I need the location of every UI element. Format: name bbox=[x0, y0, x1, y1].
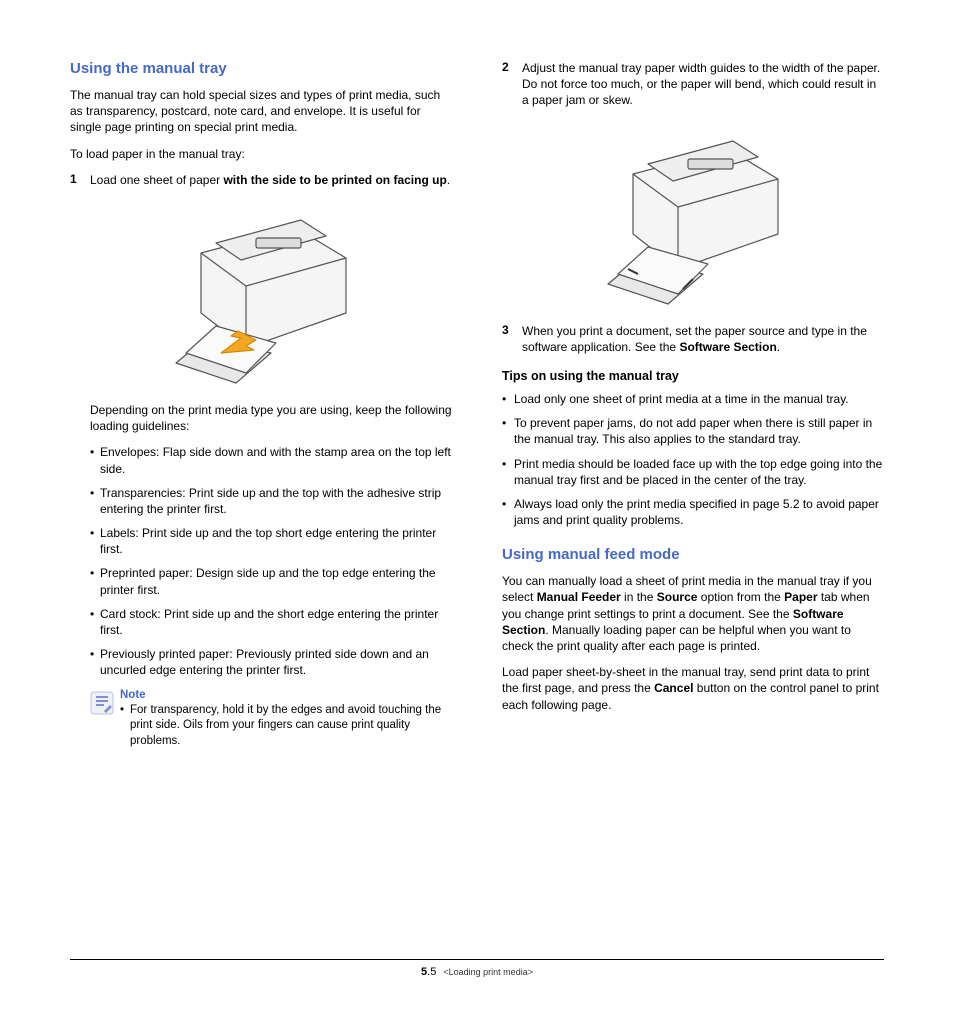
right-column: 2 Adjust the manual tray paper width gui… bbox=[502, 60, 884, 749]
heading-manual-feed: Using manual feed mode bbox=[502, 546, 884, 563]
intro-paragraph: The manual tray can hold special sizes a… bbox=[70, 87, 452, 136]
step1-pre: Load one sheet of paper bbox=[90, 173, 223, 187]
t: option from the bbox=[697, 590, 784, 604]
t: Cancel bbox=[654, 681, 693, 695]
step-3: 3 When you print a document, set the pap… bbox=[502, 323, 884, 355]
list-item: Previously printed paper: Previously pri… bbox=[90, 646, 452, 678]
tips-list: Load only one sheet of print media at a … bbox=[502, 391, 884, 528]
t: Manual Feeder bbox=[537, 590, 621, 604]
t: . Manually loading paper can be helpful … bbox=[502, 623, 851, 653]
step-number: 1 bbox=[70, 172, 90, 188]
footer-page: .5 bbox=[427, 966, 436, 978]
step-1: 1 Load one sheet of paper with the side … bbox=[70, 172, 452, 188]
footer-title: <Loading print media> bbox=[443, 967, 533, 977]
left-column: Using the manual tray The manual tray ca… bbox=[70, 60, 452, 749]
step-2: 2 Adjust the manual tray paper width gui… bbox=[502, 60, 884, 109]
note-text: For transparency, hold it by the edges a… bbox=[120, 703, 452, 750]
heading-manual-tray: Using the manual tray bbox=[70, 60, 452, 77]
printer-illustration-1 bbox=[146, 198, 376, 388]
step-text: Load one sheet of paper with the side to… bbox=[90, 172, 452, 188]
page-footer: 5.5 <Loading print media> bbox=[70, 959, 884, 978]
step1-post: . bbox=[447, 173, 450, 187]
two-column-layout: Using the manual tray The manual tray ca… bbox=[70, 60, 884, 749]
list-item: Print media should be loaded face up wit… bbox=[502, 456, 884, 488]
step-text: Adjust the manual tray paper width guide… bbox=[522, 60, 884, 109]
list-item: Card stock: Print side up and the short … bbox=[90, 606, 452, 638]
step1-bold: with the side to be printed on facing up bbox=[223, 173, 446, 187]
list-item: Always load only the print media specifi… bbox=[502, 496, 884, 528]
step3-bold: Software Section bbox=[679, 340, 776, 354]
guidelines-list: Envelopes: Flap side down and with the s… bbox=[90, 444, 452, 678]
step3-post: . bbox=[777, 340, 780, 354]
list-item: Labels: Print side up and the top short … bbox=[90, 525, 452, 557]
manual-feed-p2: Load paper sheet-by-sheet in the manual … bbox=[502, 664, 884, 713]
manual-feed-p1: You can manually load a sheet of print m… bbox=[502, 573, 884, 654]
note-content: Note For transparency, hold it by the ed… bbox=[120, 689, 452, 750]
t: Paper bbox=[784, 590, 817, 604]
tips-heading: Tips on using the manual tray bbox=[502, 369, 884, 383]
list-item: Load only one sheet of print media at a … bbox=[502, 391, 884, 407]
note-title: Note bbox=[120, 689, 452, 701]
depend-paragraph: Depending on the print media type you ar… bbox=[90, 402, 452, 434]
step-text: When you print a document, set the paper… bbox=[522, 323, 884, 355]
list-item: Envelopes: Flap side down and with the s… bbox=[90, 444, 452, 476]
step-number: 3 bbox=[502, 323, 522, 355]
load-instruction: To load paper in the manual tray: bbox=[70, 146, 452, 162]
t: Source bbox=[657, 590, 698, 604]
list-item: To prevent paper jams, do not add paper … bbox=[502, 415, 884, 447]
note-icon bbox=[90, 691, 114, 715]
t: in the bbox=[621, 590, 657, 604]
list-item: Preprinted paper: Design side up and the… bbox=[90, 565, 452, 597]
list-item: Transparencies: Print side up and the to… bbox=[90, 485, 452, 517]
note-block: Note For transparency, hold it by the ed… bbox=[90, 689, 452, 750]
note-body: For transparency, hold it by the edges a… bbox=[120, 703, 452, 750]
step-number: 2 bbox=[502, 60, 522, 109]
printer-illustration-2 bbox=[578, 119, 808, 309]
